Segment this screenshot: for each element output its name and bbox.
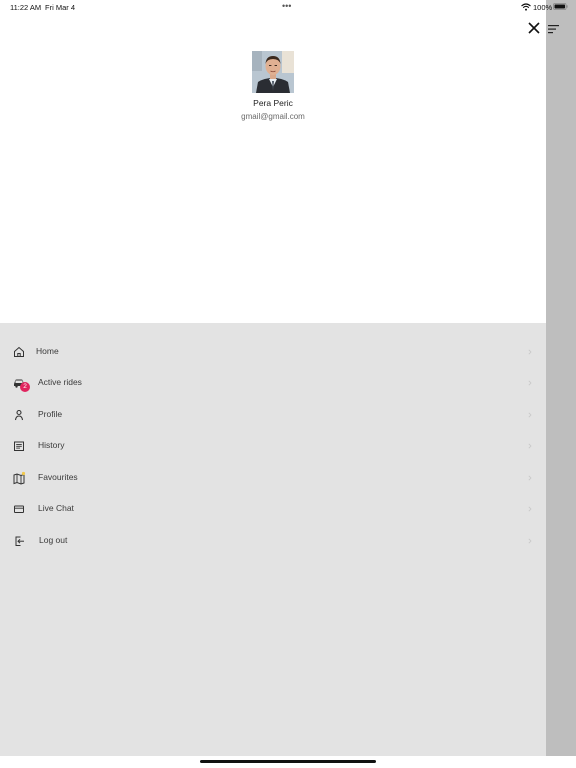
map-star-icon [13, 471, 26, 485]
menu-item-label: History [38, 440, 65, 450]
chevron-right-icon [528, 380, 532, 386]
close-icon[interactable] [527, 21, 541, 35]
multitasking-dots[interactable]: ••• [282, 2, 291, 11]
menu-item-label: Active rides [38, 377, 82, 387]
active-rides-badge: 2 [20, 382, 30, 392]
chevron-right-icon [528, 506, 532, 512]
menu-item-home[interactable]: Home [0, 337, 546, 367]
menu-item-label: Profile [38, 409, 63, 419]
menu-item-label: Favourites [38, 472, 78, 482]
avatar [252, 51, 294, 93]
user-name: Pera Peric [253, 98, 293, 108]
menu-list: Home 2 Active rides Profile History Favo… [0, 323, 546, 756]
menu-item-log-out[interactable]: Log out [0, 526, 546, 556]
profile-photo [252, 51, 294, 93]
menu-icon[interactable] [548, 24, 560, 34]
user-email: gmail@gmail.com [241, 112, 305, 121]
navigation-drawer: Pera Peric gmail@gmail.com Home 2 Active… [0, 0, 546, 756]
drawer-header: Pera Peric gmail@gmail.com [0, 0, 546, 323]
menu-item-profile[interactable]: Profile [0, 400, 546, 430]
chevron-right-icon [528, 443, 532, 449]
chevron-right-icon [528, 538, 532, 544]
chat-icon [14, 505, 24, 513]
list-icon [14, 441, 24, 451]
menu-item-label: Log out [39, 535, 68, 545]
person-icon [14, 409, 24, 421]
battery-icon [553, 3, 568, 10]
chevron-right-icon [528, 412, 532, 418]
menu-item-history[interactable]: History [0, 431, 546, 461]
menu-item-active-rides[interactable]: 2 Active rides [0, 368, 546, 398]
app-screen: Pera Peric gmail@gmail.com Home 2 Active… [0, 0, 576, 768]
status-bar: 11:22 AM Fri Mar 4 ••• 100% [0, 0, 576, 14]
wifi-icon [521, 3, 531, 11]
home-indicator[interactable] [200, 760, 376, 763]
underlying-screen-strip[interactable] [546, 0, 576, 756]
menu-item-favourites[interactable]: Favourites [0, 463, 546, 493]
chevron-right-icon [528, 349, 532, 355]
chevron-right-icon [528, 475, 532, 481]
menu-item-label: Live Chat [38, 503, 74, 513]
home-icon [14, 346, 24, 357]
menu-item-label: Home [36, 346, 59, 356]
battery-percentage: 100% [533, 3, 553, 12]
logout-icon [15, 536, 24, 546]
menu-item-live-chat[interactable]: Live Chat [0, 494, 546, 524]
status-date: Fri Mar 4 [45, 3, 75, 12]
status-time: 11:22 AM [10, 3, 42, 12]
